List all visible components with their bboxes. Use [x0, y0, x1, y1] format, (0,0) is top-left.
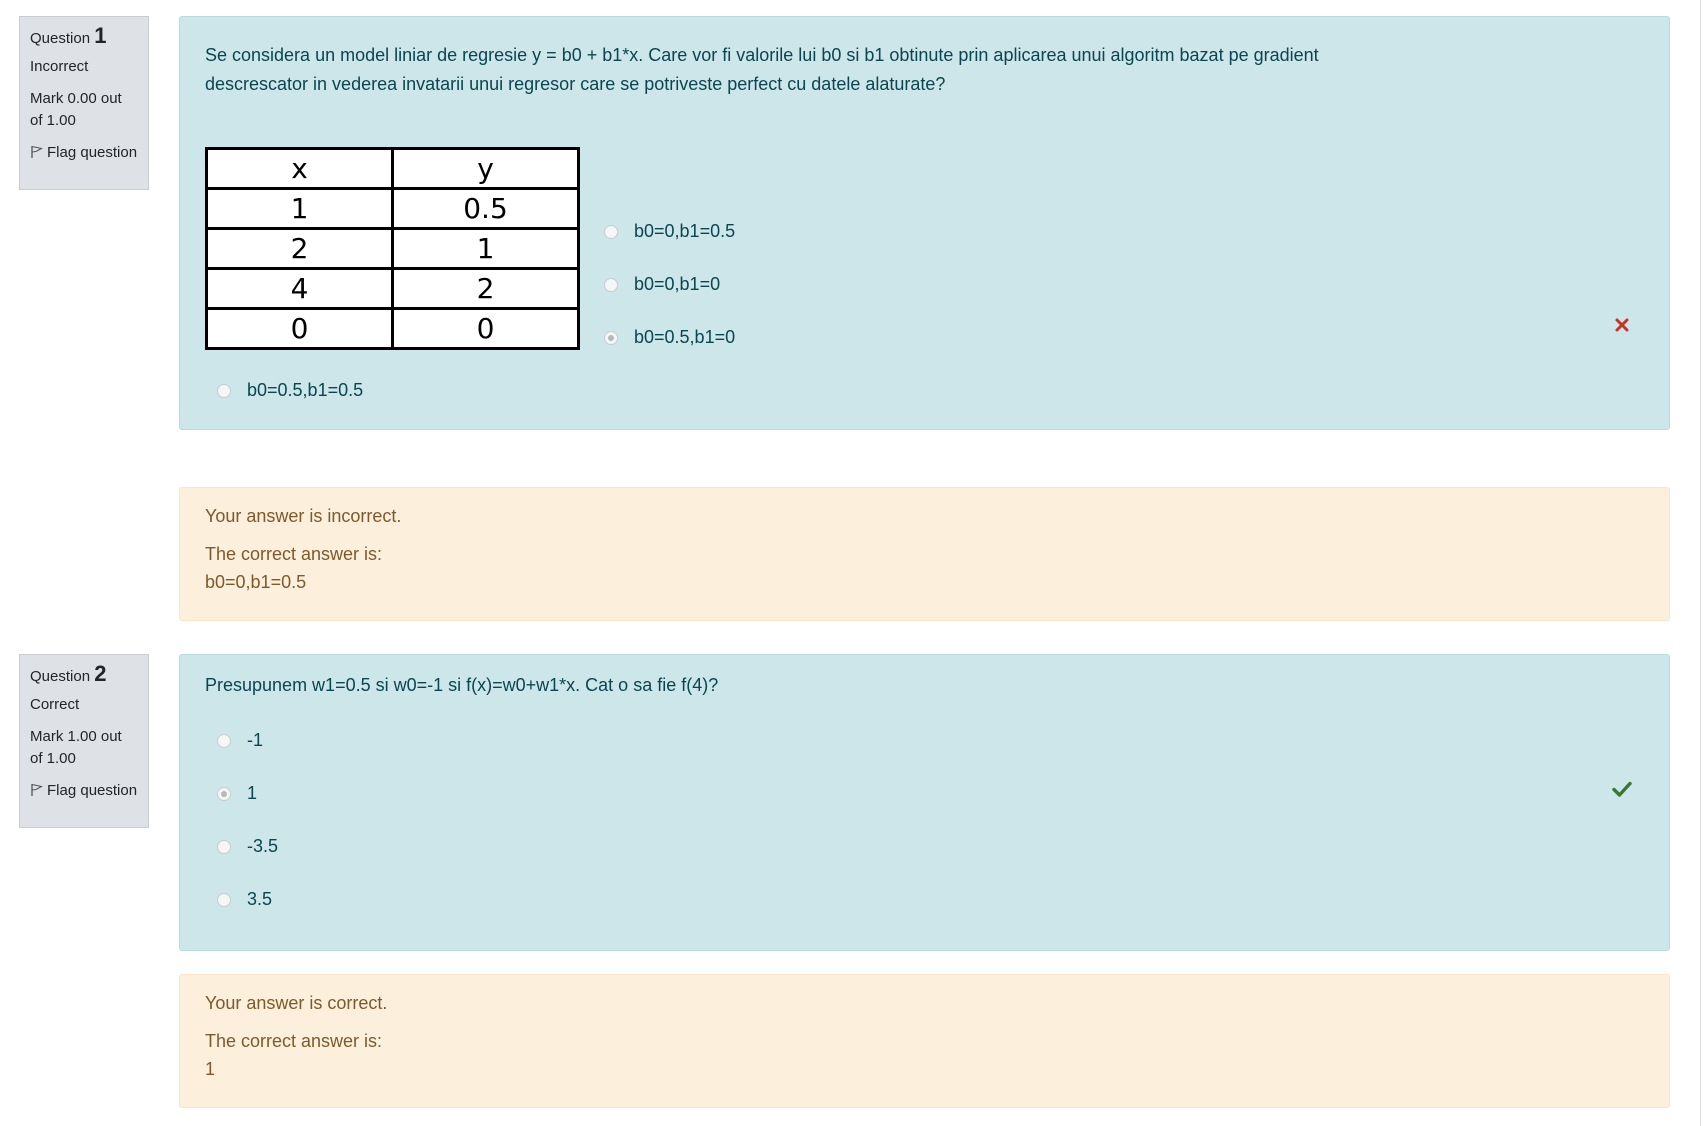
table-row: 4 2 [205, 267, 580, 310]
question-1-feedback: Your answer is incorrect. The correct an… [179, 487, 1670, 621]
flag-icon [30, 144, 44, 166]
answer-label: 1 [247, 783, 258, 803]
question-grade: Mark 1.00 out of 1.00 [30, 728, 122, 767]
feedback-status: Your answer is incorrect. [205, 506, 402, 526]
question-label: Question [30, 668, 91, 685]
data-table: x y 1 0.5 2 1 4 2 0 0 [205, 147, 580, 350]
answer-option[interactable]: b0=0,b1=0 [604, 274, 720, 295]
question-1-formulation: Se considera un model liniar de regresie… [179, 16, 1670, 430]
answer-label: b0=0,b1=0.5 [634, 221, 736, 241]
table-header-cell: y [391, 147, 580, 190]
flag-question-label: Flag question [47, 782, 138, 799]
feedback-correct-value: b0=0,b1=0.5 [205, 572, 307, 592]
table-cell: 0 [391, 307, 580, 350]
answer-option[interactable]: b0=0,b1=0.5 [604, 221, 735, 242]
answer-option-selected[interactable]: b0=0.5,b1=0 [604, 327, 735, 348]
answer-option[interactable]: -3.5 [217, 836, 278, 857]
table-header-cell: x [205, 147, 394, 190]
question-number: 1 [94, 23, 107, 48]
feedback-status: Your answer is correct. [205, 993, 388, 1013]
answer-radio[interactable] [604, 224, 618, 239]
question-number: 2 [94, 661, 107, 686]
answer-option[interactable]: 3.5 [217, 889, 272, 910]
answer-option[interactable]: -1 [217, 730, 263, 751]
flag-question-label: Flag question [47, 144, 138, 161]
answer-label: b0=0.5,b1=0 [634, 327, 736, 347]
answer-label: 3.5 [247, 889, 273, 909]
question-label: Question [30, 30, 91, 47]
table-cell: 4 [205, 267, 394, 310]
answer-radio[interactable] [217, 733, 231, 748]
question-1-info: Question 1 Incorrect Mark 0.00 out of 1.… [19, 16, 149, 190]
feedback-correct-label: The correct answer is: [205, 544, 383, 564]
correct-check-icon [1612, 781, 1632, 802]
table-row: 2 1 [205, 227, 580, 270]
feedback-correct-label: The correct answer is: [205, 1031, 383, 1051]
answer-label: -1 [247, 730, 264, 750]
answer-label: -3.5 [247, 836, 279, 856]
page-right-border [1700, 0, 1701, 1126]
question-2-formulation: Presupunem w1=0.5 si w0=-1 si f(x)=w0+w1… [179, 654, 1670, 951]
table-row: 1 0.5 [205, 187, 580, 230]
question-state: Incorrect [30, 58, 89, 75]
answer-radio-checked[interactable] [217, 786, 231, 801]
question-2-info: Question 2 Correct Mark 1.00 out of 1.00… [19, 654, 149, 828]
flag-icon [30, 782, 44, 804]
table-row: 0 0 [205, 307, 580, 350]
question-grade: Mark 0.00 out of 1.00 [30, 90, 122, 129]
question-2-feedback: Your answer is correct. The correct answ… [179, 974, 1670, 1108]
flag-question-link[interactable]: Flag question [30, 780, 138, 804]
table-cell: 1 [391, 227, 580, 270]
table-cell: 0.5 [391, 187, 580, 230]
feedback-correct-value: 1 [205, 1059, 216, 1079]
answer-option-selected[interactable]: 1 [217, 783, 257, 804]
question-state: Correct [30, 696, 80, 713]
answer-radio[interactable] [217, 383, 231, 398]
table-cell: 0 [205, 307, 394, 350]
answer-radio[interactable] [217, 892, 231, 907]
answer-radio[interactable] [604, 277, 618, 292]
table-cell: 1 [205, 187, 394, 230]
table-cell: 2 [205, 227, 394, 270]
incorrect-cross-icon [1614, 317, 1630, 338]
answer-option[interactable]: b0=0.5,b1=0.5 [217, 380, 363, 401]
question-text: Se considera un model liniar de regresie… [205, 45, 1319, 94]
answer-label: b0=0.5,b1=0.5 [247, 380, 364, 400]
answer-radio-checked[interactable] [604, 330, 618, 345]
answer-radio[interactable] [217, 839, 231, 854]
table-cell: 2 [391, 267, 580, 310]
answer-label: b0=0,b1=0 [634, 274, 721, 294]
question-text: Presupunem w1=0.5 si w0=-1 si f(x)=w0+w1… [205, 675, 719, 695]
table-header-row: x y [205, 147, 580, 190]
flag-question-link[interactable]: Flag question [30, 142, 138, 166]
